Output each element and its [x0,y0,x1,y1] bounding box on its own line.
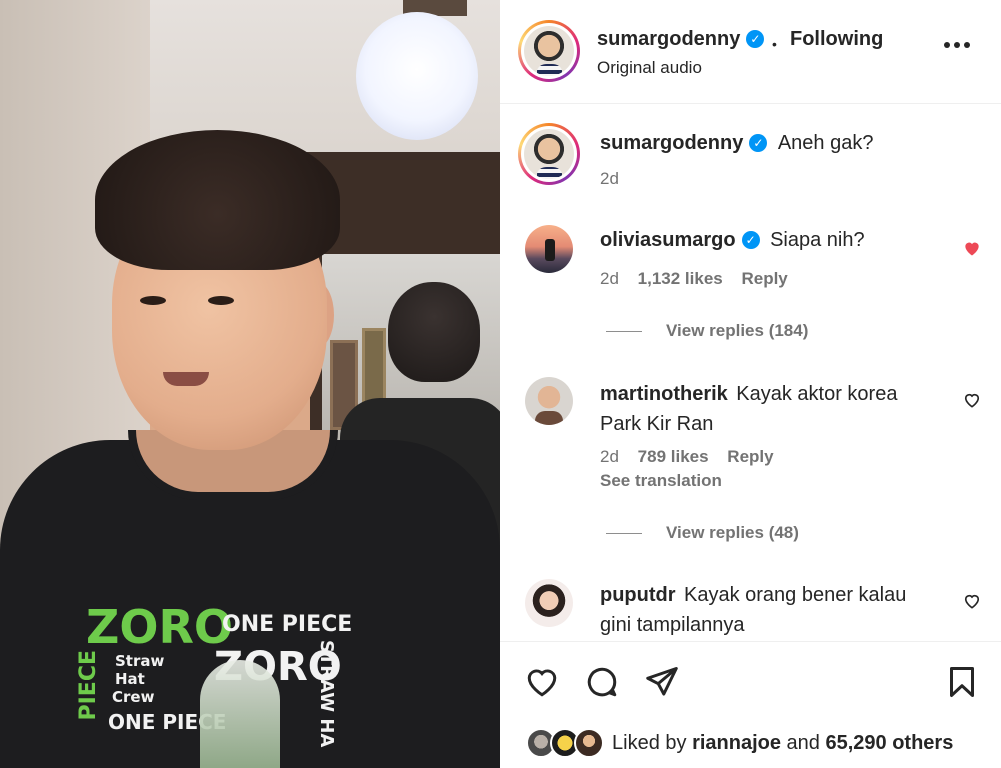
comment-meta: 2d 789 likes Reply [600,447,774,467]
caption-author-avatar[interactable] [518,123,580,185]
header-separator: • [772,36,777,52]
media-person-eye [140,296,166,305]
caption-text: Aneh gak? [777,132,874,154]
print-text: ONE PIECE [222,612,353,637]
more-options-icon[interactable] [944,32,970,52]
like-heart-icon[interactable] [962,591,982,611]
comment: martinotherik Kayak aktor korea Park Kir… [600,380,940,440]
avatar-ring-inner [521,126,577,182]
avatar-ring-inner [521,23,577,79]
comment-username[interactable]: oliviasumargo [600,229,736,251]
print-text: ZORO [86,600,233,654]
comment-time[interactable]: 2d [600,447,619,466]
caption: sumargodenny ✓ Aneh gak? [600,132,873,155]
post-media[interactable]: ZORO ONE PIECE Straw Hat Crew ZORO ONE P… [0,0,500,768]
like-heart-icon[interactable] [962,390,982,410]
liked-by-and: and [786,732,820,754]
reply-button[interactable]: Reply [741,269,787,288]
liked-by-user[interactable]: riannajoe [692,732,781,754]
comment-avatar[interactable] [525,377,573,425]
print-text: Hat [115,670,145,688]
media-reflection-head [388,282,480,382]
media-person-hair [95,130,340,270]
comment-likes[interactable]: 789 likes [638,447,709,466]
caption-timestamp[interactable]: 2d [600,169,619,189]
verified-badge-icon: ✓ [749,134,768,152]
verified-badge-icon: ✓ [746,30,765,48]
liked-by-others[interactable]: 65,290 others [825,732,953,754]
save-bookmark-icon[interactable] [944,664,980,700]
comment-time[interactable]: 2d [600,269,619,288]
avatar-figure [545,239,555,261]
avatar-image [524,26,574,76]
author-username[interactable]: sumargodenny ✓ [597,28,765,51]
print-text: STRAW HA [316,640,337,748]
comment-text-continued: Park Kir Ran [600,413,714,435]
comment-text: Siapa nih? [770,229,865,251]
media-person-mouth [163,372,209,386]
print-text: PIECE [76,650,101,721]
author-username-text[interactable]: sumargodenny [597,28,740,50]
media-lamp [356,12,478,140]
comment-text: Kayak orang bener kalau [683,584,907,606]
comment-avatar[interactable] [525,579,573,627]
comment-username[interactable]: martinotherik [600,383,728,405]
liked-heart-icon[interactable] [962,238,982,258]
comment: oliviasumargo ✓ Siapa nih? [600,229,865,252]
comment-avatar[interactable] [525,225,573,273]
media-person-eye [208,296,234,305]
print-character-illustration [200,660,280,768]
more-horizontal-icon [944,42,970,48]
view-replies-button[interactable]: View replies (48) [666,523,799,543]
print-text: Crew [112,688,155,706]
audio-link[interactable]: Original audio [597,58,702,78]
share-icon[interactable] [644,664,680,700]
comment-meta: 2d 1,132 likes Reply [600,269,788,289]
print-text: Straw [115,652,165,670]
author-avatar[interactable] [518,20,580,82]
following-button[interactable]: Following [790,28,883,51]
verified-badge-icon: ✓ [741,231,760,249]
like-post-icon[interactable] [524,664,560,700]
actions-divider [500,641,1001,642]
avatar-image [524,129,574,179]
see-translation-button[interactable]: See translation [600,471,722,491]
avatar-figure [535,411,563,425]
comment-text-continued: gini tampilannya [600,614,745,636]
comment-text: Kayak aktor korea [736,383,898,405]
liked-by-summary: Liked by riannajoe and 65,290 others [612,732,953,755]
comment: puputdr Kayak orang bener kalau gini tam… [600,581,940,641]
view-replies-button[interactable]: View replies (184) [666,321,808,341]
reply-button[interactable]: Reply [727,447,773,466]
replies-divider [606,533,642,534]
caption-username[interactable]: sumargodenny [600,132,743,154]
comment-icon[interactable] [584,664,620,700]
liked-by-prefix: Liked by [612,732,687,754]
comment-username[interactable]: puputdr [600,584,676,606]
liker-avatar[interactable] [574,728,604,758]
replies-divider [606,331,642,332]
comment-likes[interactable]: 1,132 likes [638,269,723,288]
